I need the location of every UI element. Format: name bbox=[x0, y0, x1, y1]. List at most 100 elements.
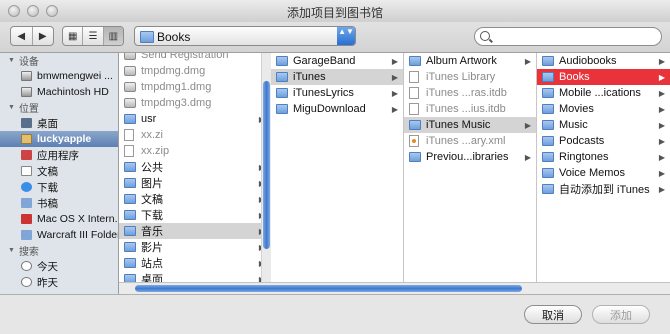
search-input[interactable] bbox=[495, 29, 659, 45]
list-item[interactable]: Album Artwork ▶ bbox=[404, 53, 536, 69]
back-button[interactable]: ◀ bbox=[11, 27, 32, 45]
chevron-right-icon: ▶ bbox=[658, 88, 665, 98]
sidebar-item[interactable]: Mac OS X Intern... bbox=[0, 211, 118, 227]
location-popup[interactable]: Books ▲▼ bbox=[134, 26, 356, 46]
list-item-label: Movies bbox=[559, 103, 594, 115]
horizontal-scrollbar[interactable] bbox=[119, 282, 670, 294]
horizontal-scroll-thumb[interactable] bbox=[135, 285, 522, 292]
list-item[interactable]: Voice Memos ▶ bbox=[537, 165, 670, 181]
list-item[interactable]: GarageBand ▶ bbox=[271, 53, 403, 69]
list-item[interactable]: usr▶ bbox=[119, 111, 270, 127]
sidebar-item-label: Machintosh HD bbox=[37, 86, 109, 98]
folder-icon bbox=[124, 194, 136, 204]
list-item[interactable]: 站点▶ bbox=[119, 255, 270, 271]
list-item[interactable]: iTunesLyrics ▶ bbox=[271, 85, 403, 101]
list-item[interactable]: tmpdmg1.dmg bbox=[119, 79, 270, 95]
column-1-scroll-thumb[interactable] bbox=[263, 81, 270, 249]
folder-icon bbox=[124, 162, 136, 172]
list-item-label: iTunes Library bbox=[426, 71, 496, 83]
sidebar-item[interactable]: 今天 bbox=[0, 258, 118, 274]
column-view-button[interactable]: ▥ bbox=[102, 27, 123, 45]
sidebar-section-header[interactable]: ▼ 设备 bbox=[0, 53, 118, 68]
list-item-label: tmpdmg3.dmg bbox=[141, 97, 212, 109]
folder-icon bbox=[124, 210, 136, 220]
list-item-label: xx.zip bbox=[141, 145, 170, 157]
list-item[interactable]: 自动添加到 iTunes ▶ bbox=[537, 181, 670, 197]
list-item[interactable]: 图片▶ bbox=[119, 175, 270, 191]
list-item[interactable]: Movies ▶ bbox=[537, 101, 670, 117]
list-item[interactable]: MiguDownload ▶ bbox=[271, 101, 403, 117]
column-2[interactable]: GarageBand ▶ iTunes ▶ iTunesLyrics ▶ MiguDownl… bbox=[271, 53, 404, 282]
folder-icon bbox=[124, 274, 136, 282]
list-item[interactable]: xx.zi bbox=[119, 127, 270, 143]
list-item[interactable]: 音乐▶ bbox=[119, 223, 270, 239]
sidebar-item[interactable]: bmwmengwei ... bbox=[0, 68, 118, 84]
list-item[interactable]: iTunes ...ary.xml bbox=[404, 133, 536, 149]
list-item[interactable]: Podcasts ▶ bbox=[537, 133, 670, 149]
sidebar-item[interactable]: 下载 bbox=[0, 179, 118, 195]
list-item[interactable]: Ringtones ▶ bbox=[537, 149, 670, 165]
download-icon bbox=[21, 182, 32, 192]
file-icon bbox=[409, 87, 419, 99]
list-item[interactable]: tmpdmg3.dmg bbox=[119, 95, 270, 111]
list-item[interactable]: 下载▶ bbox=[119, 207, 270, 223]
list-item[interactable]: xx.zip bbox=[119, 143, 270, 159]
list-item[interactable]: 桌面▶ bbox=[119, 271, 270, 282]
sidebar-section-header[interactable]: ▼ 位置 bbox=[0, 100, 118, 115]
chevron-right-icon: ▶ bbox=[658, 56, 665, 66]
list-item-label: Ringtones bbox=[559, 151, 609, 163]
disk-image-icon bbox=[124, 82, 136, 92]
disclosure-triangle-icon[interactable]: ▼ bbox=[8, 104, 15, 111]
sidebar-item-label: 文稿 bbox=[37, 165, 58, 178]
list-item[interactable]: iTunes ...ius.itdb bbox=[404, 101, 536, 117]
sidebar-item[interactable]: Machintosh HD bbox=[0, 84, 118, 100]
list-item[interactable]: iTunes Music ▶ bbox=[404, 117, 536, 133]
folder-icon bbox=[276, 56, 288, 66]
sidebar-item-label: 下载 bbox=[37, 181, 58, 194]
list-item[interactable]: tmpdmg.dmg bbox=[119, 63, 270, 79]
chevron-right-icon: ▶ bbox=[658, 168, 665, 178]
sidebar-item[interactable]: luckyapple bbox=[0, 131, 118, 147]
disclosure-triangle-icon[interactable]: ▼ bbox=[8, 57, 15, 64]
folder-icon bbox=[542, 136, 554, 146]
column-4[interactable]: Audiobooks ▶ Books ▶ Mobile ...ications ▶ Movi… bbox=[537, 53, 670, 282]
list-item-label: iTunes ...ary.xml bbox=[426, 135, 506, 147]
list-item[interactable]: Mobile ...ications ▶ bbox=[537, 85, 670, 101]
list-item[interactable]: Send Registration bbox=[119, 53, 270, 63]
sidebar-item[interactable]: 昨天 bbox=[0, 274, 118, 290]
sidebar-item[interactable]: 文稿 bbox=[0, 163, 118, 179]
column-3[interactable]: Album Artwork ▶ iTunes Library iTunes ...ra… bbox=[404, 53, 537, 282]
house-icon bbox=[21, 134, 32, 144]
forward-button[interactable]: ▶ bbox=[31, 27, 54, 45]
list-item[interactable]: Books ▶ bbox=[537, 69, 670, 85]
list-item[interactable]: Previou...ibraries ▶ bbox=[404, 149, 536, 165]
list-item[interactable]: Music ▶ bbox=[537, 117, 670, 133]
search-field[interactable] bbox=[474, 27, 662, 46]
column-1[interactable]: Send Registration tmpdmg.dmg tmpdmg1.dmg tm… bbox=[119, 53, 271, 282]
list-item[interactable]: 公共▶ bbox=[119, 159, 270, 175]
list-item[interactable]: iTunes Library bbox=[404, 69, 536, 85]
list-item[interactable]: iTunes ▶ bbox=[271, 69, 403, 85]
column-view-icon: ▥ bbox=[108, 30, 119, 42]
sidebar-section-header[interactable]: ▼ 搜索 bbox=[0, 243, 118, 258]
sidebar-item[interactable]: Warcraft III Folder bbox=[0, 227, 118, 243]
list-item[interactable]: 影片▶ bbox=[119, 239, 270, 255]
chevron-right-icon: ▶ bbox=[524, 56, 531, 66]
list-item[interactable]: iTunes ...ras.itdb bbox=[404, 85, 536, 101]
list-item[interactable]: 文稿▶ bbox=[119, 191, 270, 207]
sidebar-item[interactable]: 书稿 bbox=[0, 195, 118, 211]
folder-icon bbox=[409, 152, 421, 162]
disclosure-triangle-icon[interactable]: ▼ bbox=[8, 247, 15, 254]
sidebar-item-label: 今天 bbox=[37, 260, 58, 273]
disk-image-icon bbox=[124, 66, 136, 76]
icon-view-button[interactable]: ▦ bbox=[63, 27, 82, 45]
disk-image-icon bbox=[124, 98, 136, 108]
column-1-scrollbar[interactable] bbox=[261, 53, 271, 282]
cancel-button[interactable]: 取消 bbox=[524, 305, 582, 324]
list-item[interactable]: Audiobooks ▶ bbox=[537, 53, 670, 69]
sidebar-item[interactable]: 桌面 bbox=[0, 115, 118, 131]
sidebar-item[interactable]: 应用程序 bbox=[0, 147, 118, 163]
list-view-button[interactable]: ☰ bbox=[82, 27, 102, 45]
add-button[interactable]: 添加 bbox=[592, 305, 650, 324]
folder-icon bbox=[21, 230, 32, 240]
